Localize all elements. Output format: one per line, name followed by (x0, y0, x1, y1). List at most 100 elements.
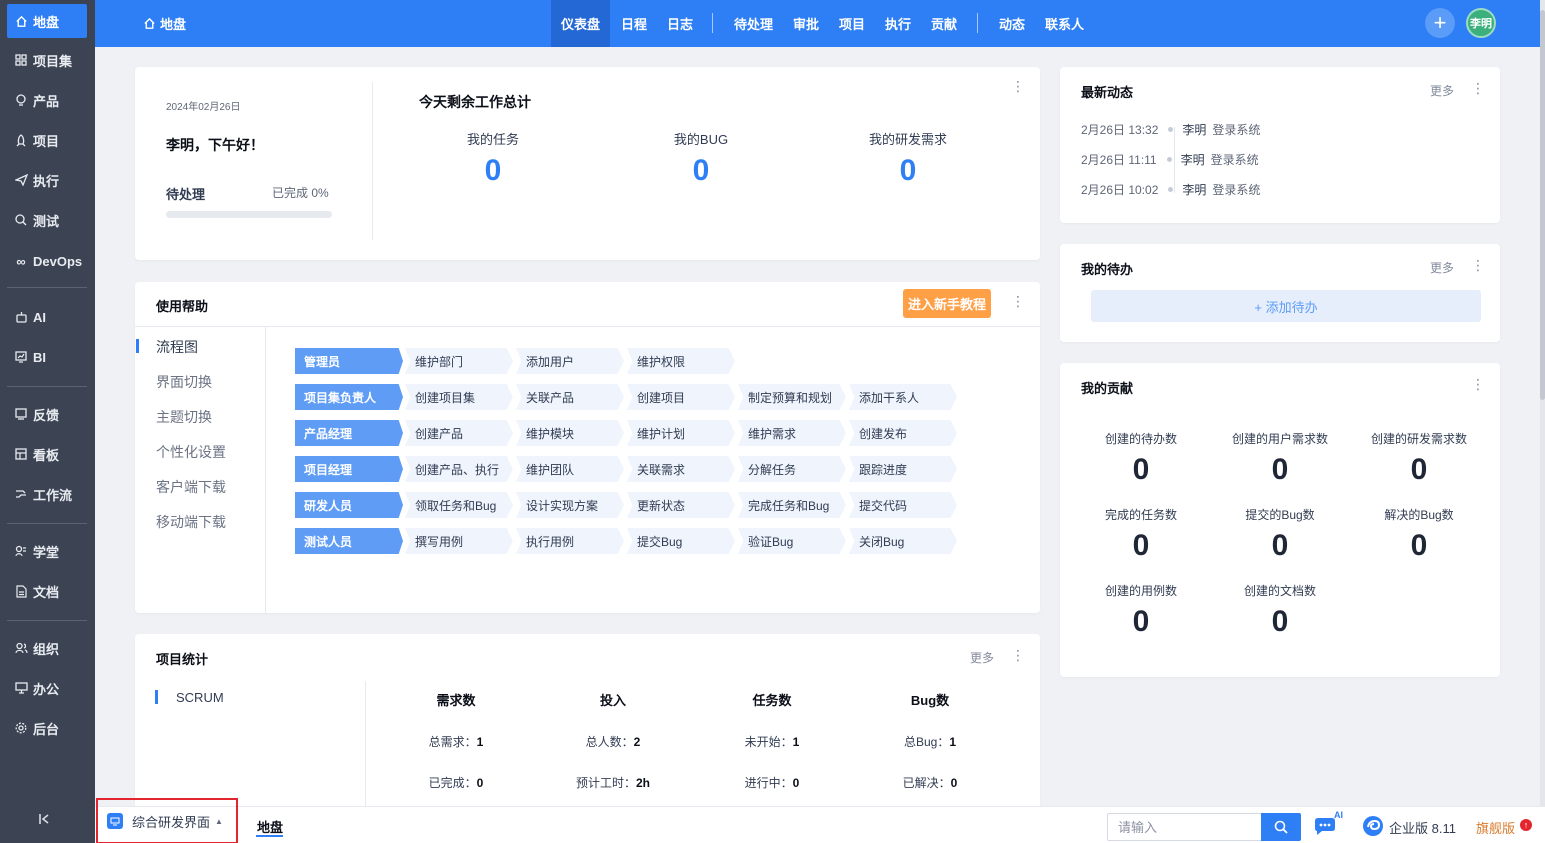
tutorial-button[interactable]: 进入新手教程 (903, 289, 991, 318)
flow-step[interactable]: 关闭Bug (849, 528, 957, 554)
contribution-stat[interactable]: 完成的任务数 0 (1071, 506, 1211, 563)
arrow-up-icon[interactable]: ↑ (1520, 819, 1532, 831)
flow-step[interactable]: 提交代码 (849, 492, 957, 518)
stat-value[interactable]: 2h (636, 776, 650, 790)
tab-execution[interactable]: 执行 (885, 0, 911, 47)
sidebar-item-school[interactable]: 学堂 (7, 534, 87, 568)
stat-value[interactable]: 0 (951, 776, 958, 790)
help-menu-ui-switch[interactable]: 界面切换 (156, 372, 212, 392)
sidebar-item-doc[interactable]: 文档 (7, 574, 87, 608)
more-options-icon[interactable]: ⋮ (1011, 294, 1025, 308)
flow-step[interactable]: 领取任务和Bug (405, 492, 513, 518)
more-options-icon[interactable]: ⋮ (1011, 648, 1025, 662)
help-menu-flowchart[interactable]: 流程图 (156, 337, 198, 357)
sidebar-item-project[interactable]: 项目 (7, 123, 87, 157)
sidebar-item-execution[interactable]: 执行 (7, 163, 87, 197)
contribution-stat[interactable]: 创建的用例数 0 (1071, 582, 1211, 639)
tab-pending[interactable]: 待处理 (734, 0, 773, 47)
list-item[interactable]: 2月26日 13:32 李明 登录系统 (1081, 121, 1260, 138)
stat-value[interactable]: 1 (949, 735, 956, 749)
contribution-stat[interactable]: 创建的用户需求数 0 (1210, 430, 1350, 487)
flow-step[interactable]: 创建发布 (849, 420, 957, 446)
breadcrumb-home[interactable]: 地盘 (143, 14, 186, 33)
project-tab-scrum[interactable]: SCRUM (176, 690, 224, 705)
help-menu-client-download[interactable]: 客户端下载 (156, 477, 226, 497)
tab-contribution[interactable]: 贡献 (931, 0, 957, 47)
collapse-icon[interactable] (38, 812, 50, 828)
sidebar-item-bi[interactable]: BI (7, 340, 87, 374)
stat-value[interactable]: 0 (793, 776, 800, 790)
sidebar-item-program[interactable]: 项目集 (7, 43, 87, 77)
stat-value[interactable]: 2 (634, 735, 641, 749)
flow-step[interactable]: 创建项目集 (405, 384, 513, 410)
flow-step[interactable]: 维护部门 (405, 348, 513, 374)
contribution-stat[interactable]: 创建的研发需求数 0 (1349, 430, 1489, 487)
contribution-stat[interactable]: 解决的Bug数 0 (1349, 506, 1489, 563)
flow-step[interactable]: 创建产品 (405, 420, 513, 446)
contribution-stat[interactable]: 提交的Bug数 0 (1210, 506, 1350, 563)
flow-step[interactable]: 分解任务 (738, 456, 846, 482)
tab-dashboard[interactable]: 仪表盘 (551, 0, 611, 47)
more-link[interactable]: 更多 (1430, 259, 1454, 276)
edition-label[interactable]: 企业版 8.11 (1389, 818, 1456, 837)
flow-step[interactable]: 更新状态 (627, 492, 735, 518)
more-options-icon[interactable]: ⋮ (1471, 81, 1485, 95)
more-link[interactable]: 更多 (1430, 82, 1454, 99)
flow-step[interactable]: 撰写用例 (405, 528, 513, 554)
tab-log[interactable]: 日志 (667, 0, 693, 47)
stat-value[interactable]: 0 (477, 776, 484, 790)
ai-chat-button[interactable]: AI (1313, 810, 1347, 839)
flow-step[interactable]: 验证Bug (738, 528, 846, 554)
tab-calendar[interactable]: 日程 (621, 0, 647, 47)
stat-value[interactable]: 1 (477, 735, 484, 749)
flow-step[interactable]: 维护需求 (738, 420, 846, 446)
sidebar-item-org[interactable]: 组织 (7, 631, 87, 665)
flow-step[interactable]: 执行用例 (516, 528, 624, 554)
contribution-stat[interactable]: 创建的待办数 0 (1071, 430, 1211, 487)
sidebar-item-devops[interactable]: ∞ DevOps (7, 244, 87, 278)
flow-step[interactable]: 维护团队 (516, 456, 624, 482)
sidebar-item-test[interactable]: 测试 (7, 203, 87, 237)
flow-step[interactable]: 添加用户 (516, 348, 624, 374)
avatar[interactable]: 李明 (1466, 8, 1496, 38)
more-options-icon[interactable]: ⋮ (1011, 79, 1025, 93)
help-menu-personalize[interactable]: 个性化设置 (156, 442, 226, 462)
more-options-icon[interactable]: ⋮ (1471, 377, 1485, 391)
sidebar-item-product[interactable]: 产品 (7, 83, 87, 117)
flow-step[interactable]: 制定预算和规划 (738, 384, 846, 410)
help-menu-mobile-download[interactable]: 移动端下载 (156, 512, 226, 532)
contribution-stat[interactable]: 创建的文档数 0 (1210, 582, 1350, 639)
tab-contacts[interactable]: 联系人 (1045, 0, 1084, 47)
sidebar-item-admin[interactable]: 后台 (7, 711, 87, 745)
flow-step[interactable]: 添加干系人 (849, 384, 957, 410)
sidebar-item-kanban[interactable]: 看板 (7, 437, 87, 471)
flow-step[interactable]: 维护模块 (516, 420, 624, 446)
flow-step[interactable]: 关联需求 (627, 456, 735, 482)
more-options-icon[interactable]: ⋮ (1471, 258, 1485, 272)
stat-value[interactable]: 1 (793, 735, 800, 749)
flow-step[interactable]: 创建产品、执行 (405, 456, 513, 482)
flow-step[interactable]: 维护权限 (627, 348, 735, 374)
scrollbar-thumb[interactable] (1540, 10, 1545, 400)
create-plus-button[interactable]: + (1425, 8, 1455, 38)
stat-my-bugs[interactable]: 我的BUG 0 (631, 129, 771, 188)
stat-my-tasks[interactable]: 我的任务 0 (423, 129, 563, 188)
sidebar-item-office[interactable]: 办公 (7, 671, 87, 705)
stat-my-stories[interactable]: 我的研发需求 0 (838, 129, 978, 188)
bottom-tab-dashboard[interactable]: 地盘 (257, 817, 283, 836)
flow-step[interactable]: 完成任务和Bug (738, 492, 846, 518)
tab-dynamics[interactable]: 动态 (999, 0, 1025, 47)
upgrade-flagship-link[interactable]: 旗舰版 (1476, 818, 1515, 837)
sidebar-item-dashboard[interactable]: 地盘 (7, 4, 87, 38)
ui-mode-switcher[interactable]: 综合研发界面 ▲ (96, 798, 238, 843)
flow-step[interactable]: 设计实现方案 (516, 492, 624, 518)
flow-step[interactable]: 创建项目 (627, 384, 735, 410)
add-todo-button[interactable]: + 添加待办 (1091, 290, 1481, 322)
tab-project[interactable]: 项目 (839, 0, 865, 47)
list-item[interactable]: 2月26日 11:11 李明 登录系统 (1081, 151, 1259, 168)
flow-step[interactable]: 关联产品 (516, 384, 624, 410)
sidebar-item-workflow[interactable]: 工作流 (7, 477, 87, 511)
tab-approval[interactable]: 审批 (793, 0, 819, 47)
search-input[interactable] (1107, 813, 1262, 841)
flow-step[interactable]: 跟踪进度 (849, 456, 957, 482)
